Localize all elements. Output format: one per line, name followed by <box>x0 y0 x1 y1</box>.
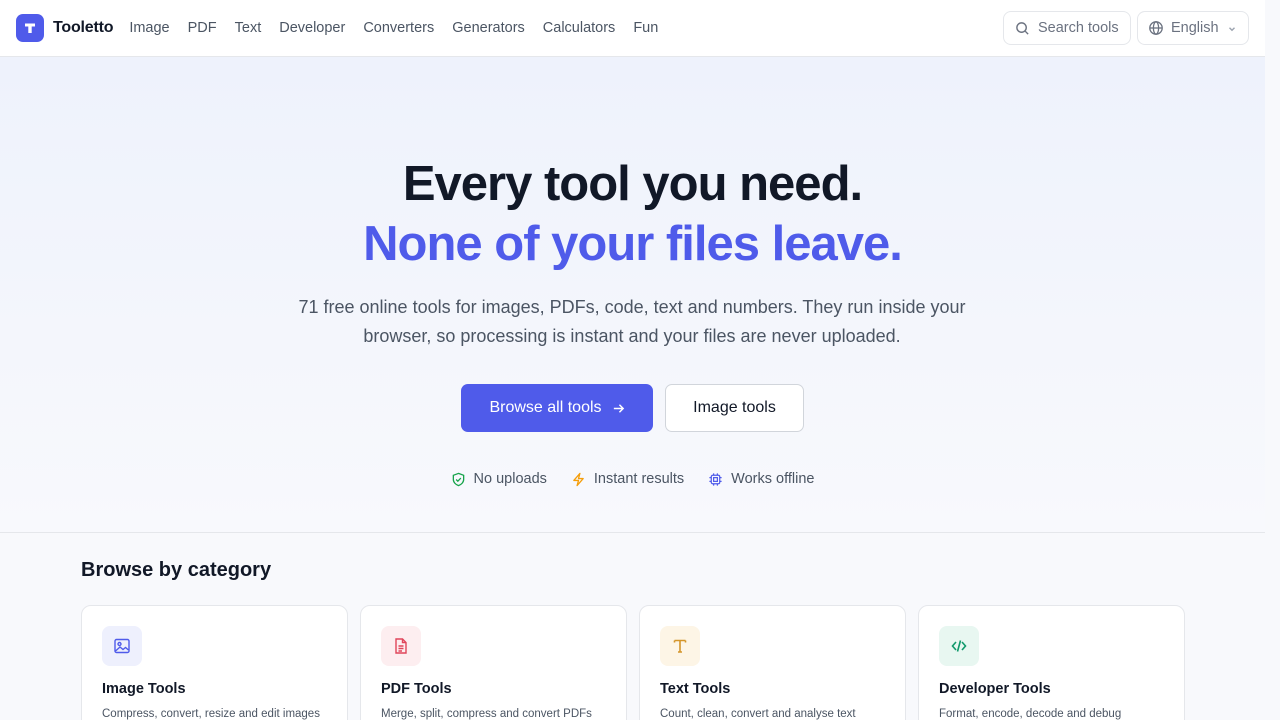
card-title: PDF Tools <box>381 681 452 697</box>
section-title: Browse by category <box>81 559 272 581</box>
search-input[interactable]: Search tools <box>1003 11 1131 45</box>
card-title: Image Tools <box>102 681 186 697</box>
nav-item-developer[interactable]: Developer <box>279 20 345 36</box>
hero-subtitle: 71 free online tools for images, PDFs, c… <box>298 297 966 346</box>
top-header: Tooletto Image PDF Text Developer Conver… <box>0 0 1265 57</box>
card-desc: Compress, convert, resize and edit image… <box>102 708 320 720</box>
image-tools-button[interactable]: Image tools <box>665 384 804 432</box>
nav-item-converters[interactable]: Converters <box>363 20 434 36</box>
nav-item-fun[interactable]: Fun <box>633 20 658 36</box>
feature-instant-results: Instant results <box>571 471 684 487</box>
text-t-icon <box>660 626 700 666</box>
category-card-text[interactable]: Text Tools Count, clean, convert and ana… <box>639 605 906 720</box>
main-nav: Image PDF Text Developer Converters Gene… <box>129 20 676 36</box>
document-icon <box>381 626 421 666</box>
card-desc: Merge, split, compress and convert PDFs <box>381 708 592 720</box>
browse-all-tools-button[interactable]: Browse all tools <box>461 384 653 432</box>
feature-list: No uploads Instant results Works offline <box>0 471 1265 487</box>
category-card-developer[interactable]: Developer Tools Format, encode, decode a… <box>918 605 1185 720</box>
nav-item-calculators[interactable]: Calculators <box>543 20 616 36</box>
arrow-right-icon <box>612 402 625 415</box>
card-desc: Format, encode, decode and debug <box>939 708 1122 720</box>
nav-item-image[interactable]: Image <box>129 20 169 36</box>
language-select[interactable]: English <box>1137 11 1249 45</box>
hero-section: Every tool you need. None of your files … <box>0 57 1265 533</box>
lightning-icon <box>573 472 584 486</box>
search-icon <box>1016 21 1029 35</box>
search-placeholder: Search tools <box>1038 20 1119 36</box>
card-title: Text Tools <box>660 681 731 697</box>
nav-item-generators[interactable]: Generators <box>452 20 525 36</box>
nav-item-text[interactable]: Text <box>235 20 262 36</box>
feature-label: No uploads <box>473 471 547 487</box>
feature-label: Instant results <box>593 471 685 487</box>
globe-icon <box>1149 21 1163 35</box>
chip-icon <box>709 472 722 486</box>
feature-label: Works offline <box>731 471 815 487</box>
image-icon <box>102 626 142 666</box>
shield-check-icon <box>452 472 464 486</box>
tool-t-icon[interactable] <box>16 14 44 42</box>
feature-works-offline: Works offline <box>708 471 814 487</box>
chevron-down-icon <box>1229 27 1235 32</box>
code-icon <box>939 626 979 666</box>
feature-no-uploads: No uploads <box>451 471 547 487</box>
hero-title-line1: Every tool you need. <box>402 157 863 211</box>
hero-title-line2: None of your files leave. <box>363 217 903 271</box>
nav-item-pdf[interactable]: PDF <box>188 20 217 36</box>
category-cards: Image Tools Compress, convert, resize an… <box>81 605 1197 720</box>
card-desc: Count, clean, convert and analyse text <box>660 708 856 720</box>
category-card-pdf[interactable]: PDF Tools Merge, split, compress and con… <box>360 605 627 720</box>
card-title: Developer Tools <box>939 681 1051 697</box>
brand-name[interactable]: Tooletto <box>53 19 114 37</box>
language-value: English <box>1171 20 1219 36</box>
browse-all-tools-label: Browse all tools <box>489 399 602 416</box>
category-card-image[interactable]: Image Tools Compress, convert, resize an… <box>81 605 348 720</box>
